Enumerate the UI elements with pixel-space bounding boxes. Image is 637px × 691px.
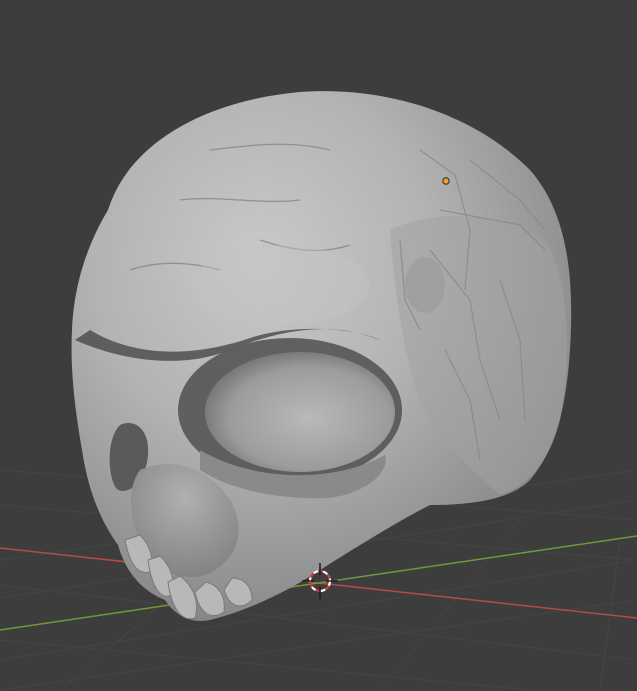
eye-socket-inner: [205, 352, 395, 472]
brow-highlight: [190, 245, 370, 325]
grid-line: [379, 519, 521, 691]
temple-bump: [405, 257, 445, 313]
viewport-canvas[interactable]: [0, 0, 637, 691]
skull-mesh[interactable]: [71, 91, 572, 621]
origin-point-icon[interactable]: [442, 177, 450, 185]
grid-line: [0, 639, 547, 691]
3d-viewport[interactable]: [0, 0, 637, 691]
